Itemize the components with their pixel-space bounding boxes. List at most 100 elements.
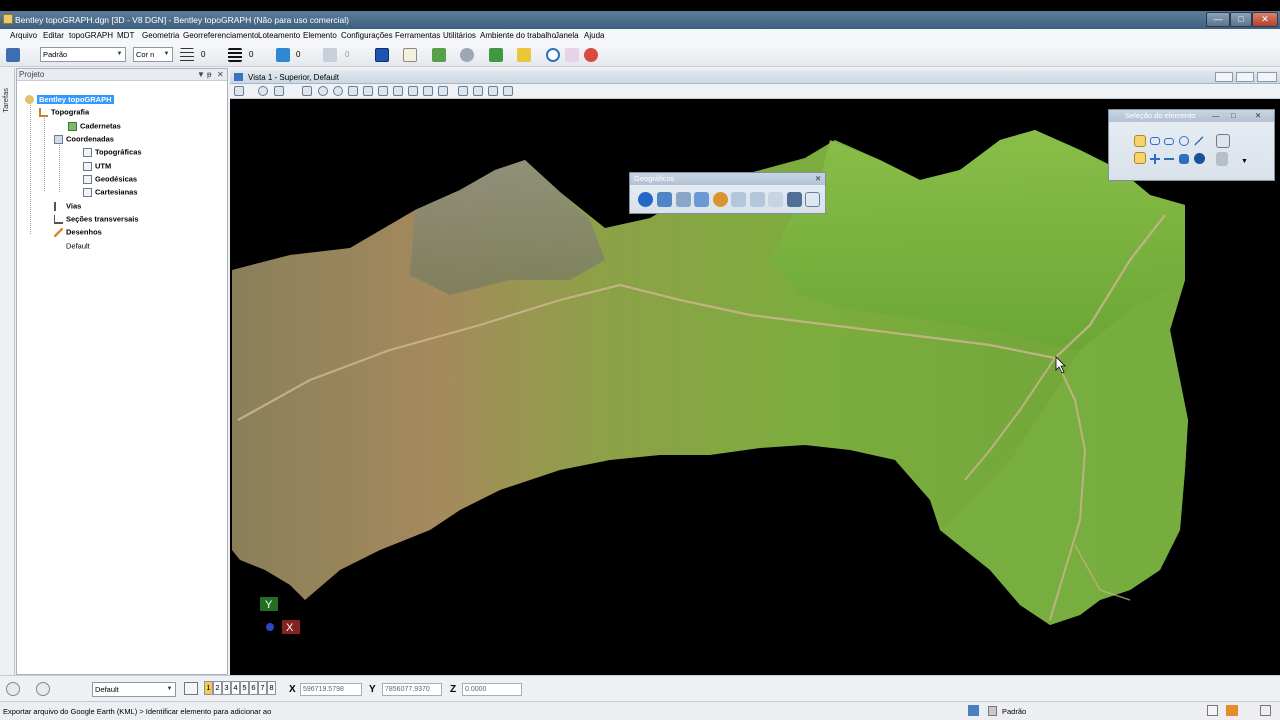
clip-volume-icon[interactable] bbox=[458, 86, 468, 96]
z-coordinate-field[interactable]: 0.0000 bbox=[462, 683, 522, 696]
dropdown-icon[interactable]: ▼ bbox=[197, 70, 205, 79]
menu-mdt[interactable]: MDT bbox=[117, 31, 134, 40]
line-icon[interactable] bbox=[1194, 136, 1204, 146]
view-attributes-icon[interactable] bbox=[234, 86, 244, 96]
view-toggle-2[interactable]: 2 bbox=[213, 681, 222, 695]
menu-topograph[interactable]: topoGRAPH bbox=[69, 31, 113, 40]
menu-utilitarios[interactable]: Utilitários bbox=[443, 31, 476, 40]
color-combo[interactable]: Cor n ▼ bbox=[133, 47, 173, 62]
tree-item-cadernetas[interactable]: Cadernetas bbox=[68, 121, 121, 131]
settings-icon[interactable] bbox=[1216, 134, 1230, 148]
view-group-combo[interactable]: Default ▼ bbox=[92, 682, 176, 697]
search-icon[interactable] bbox=[676, 192, 691, 207]
menu-editar[interactable]: Editar bbox=[43, 31, 64, 40]
view-maximize-button[interactable] bbox=[1236, 72, 1254, 82]
view-minimize-button[interactable] bbox=[1215, 72, 1233, 82]
view-previous-icon[interactable] bbox=[408, 86, 418, 96]
active-level[interactable]: Padrão bbox=[1002, 707, 1026, 716]
import-icon[interactable] bbox=[750, 192, 765, 207]
tasks-tab[interactable]: Tarefas bbox=[0, 68, 15, 675]
forward-icon[interactable] bbox=[36, 682, 50, 696]
tree-item-topograficas[interactable]: Topográficas bbox=[83, 147, 142, 157]
tree-item-coordenadas[interactable]: Coordenadas bbox=[54, 134, 114, 144]
menu-ambiente-do-trabalho[interactable]: Ambiente do trabalho bbox=[480, 31, 556, 40]
view-groups-icon[interactable] bbox=[184, 682, 198, 695]
globe-icon[interactable] bbox=[638, 192, 653, 207]
globe-icon[interactable] bbox=[460, 48, 474, 62]
line-style-icon[interactable] bbox=[180, 48, 194, 62]
tree-item-utm[interactable]: UTM bbox=[83, 161, 111, 171]
tree-item-desenhos[interactable]: Desenhos bbox=[54, 227, 102, 237]
view-toggle-8[interactable]: 8 bbox=[267, 681, 276, 695]
view-toggle-4[interactable]: 4 bbox=[231, 681, 240, 695]
chevron-down-icon[interactable]: ▼ bbox=[1241, 158, 1248, 165]
add-icon[interactable] bbox=[1134, 152, 1146, 164]
panel-close-icon[interactable]: ✕ bbox=[217, 70, 224, 79]
tree-item-topografia[interactable]: Topografia bbox=[39, 107, 89, 117]
panel-maximize-icon[interactable]: □ bbox=[1231, 110, 1236, 121]
panel-minimize-icon[interactable]: — bbox=[1212, 110, 1220, 121]
menu-elemento[interactable]: Elemento bbox=[303, 31, 337, 40]
settings-icon[interactable] bbox=[274, 86, 284, 96]
copy-icon[interactable] bbox=[403, 48, 417, 62]
panel-close-icon[interactable]: ✕ bbox=[1255, 110, 1261, 121]
layers-icon[interactable] bbox=[6, 48, 20, 62]
cancel-icon[interactable] bbox=[584, 48, 598, 62]
menu-loteamento[interactable]: Loteamento bbox=[258, 31, 300, 40]
reference-icon[interactable] bbox=[432, 48, 446, 62]
menu-ajuda[interactable]: Ajuda bbox=[584, 31, 604, 40]
toolbox-close-icon[interactable]: ✕ bbox=[815, 173, 821, 184]
export-icon[interactable] bbox=[731, 192, 746, 207]
calculator-icon[interactable] bbox=[565, 48, 579, 62]
locate-icon[interactable] bbox=[694, 192, 709, 207]
pin-icon[interactable]: ᵽ bbox=[207, 70, 211, 79]
close-button[interactable]: ✕ bbox=[1252, 12, 1278, 27]
menu-georreferenciamento[interactable]: Georreferenciamento bbox=[183, 31, 259, 40]
accusnap-icon[interactable] bbox=[968, 705, 979, 716]
tree-item-default[interactable]: Default bbox=[66, 241, 90, 251]
tree-item-root[interactable]: Bentley topoGRAPH bbox=[25, 94, 114, 104]
minus-icon[interactable] bbox=[1164, 154, 1174, 164]
view-toggle-3[interactable]: 3 bbox=[222, 681, 231, 695]
view-toggle-5[interactable]: 5 bbox=[240, 681, 249, 695]
rectangle-icon[interactable] bbox=[1150, 137, 1160, 145]
zoom-out-icon[interactable] bbox=[333, 86, 343, 96]
x-coordinate-field[interactable]: 596719.5798 bbox=[300, 683, 362, 696]
zoom-in-icon[interactable] bbox=[318, 86, 328, 96]
capture-icon[interactable] bbox=[768, 192, 783, 207]
display-style-icon[interactable] bbox=[258, 86, 268, 96]
shape-icon[interactable] bbox=[1164, 138, 1174, 145]
line-weight-icon[interactable] bbox=[228, 48, 242, 62]
priority-icon[interactable] bbox=[323, 48, 337, 62]
scope-icon[interactable] bbox=[1194, 153, 1205, 164]
pan-icon[interactable] bbox=[393, 86, 403, 96]
tree-item-cartesianas[interactable]: Cartesianas bbox=[83, 187, 138, 197]
view-next-icon[interactable] bbox=[423, 86, 433, 96]
filter-icon[interactable] bbox=[473, 86, 483, 96]
menu-configuracoes[interactable]: Configurações bbox=[341, 31, 393, 40]
raster-icon[interactable] bbox=[489, 48, 503, 62]
view-toggle-7[interactable]: 7 bbox=[258, 681, 267, 695]
transparency-icon[interactable] bbox=[276, 48, 290, 62]
update-icon[interactable] bbox=[302, 86, 312, 96]
selection-tool-icon[interactable] bbox=[1134, 135, 1146, 147]
image-icon[interactable] bbox=[805, 192, 820, 207]
info-icon[interactable] bbox=[546, 48, 560, 62]
design-file-icon[interactable] bbox=[1207, 705, 1218, 716]
copy-view-icon[interactable] bbox=[438, 86, 448, 96]
y-coordinate-field[interactable]: 7856077.9370 bbox=[382, 683, 442, 696]
minimize-button[interactable]: — bbox=[1206, 12, 1230, 27]
lock-icon[interactable] bbox=[988, 706, 997, 716]
tree-item-vias[interactable]: Vias bbox=[54, 201, 81, 211]
element-selection-icon[interactable] bbox=[375, 48, 389, 62]
tree-item-geodesicas[interactable]: Geodésicas bbox=[83, 174, 137, 184]
invert-icon[interactable] bbox=[1179, 154, 1189, 164]
maximize-button[interactable]: □ bbox=[1230, 12, 1252, 27]
view-close-button[interactable] bbox=[1257, 72, 1277, 82]
camera-icon[interactable] bbox=[488, 86, 498, 96]
menu-ferramentas[interactable]: Ferramentas bbox=[395, 31, 440, 40]
back-icon[interactable] bbox=[6, 682, 20, 696]
home-icon[interactable] bbox=[1226, 705, 1238, 716]
tree-item-secoes[interactable]: Seções transversais bbox=[54, 214, 139, 224]
menu-janela[interactable]: Janela bbox=[555, 31, 579, 40]
